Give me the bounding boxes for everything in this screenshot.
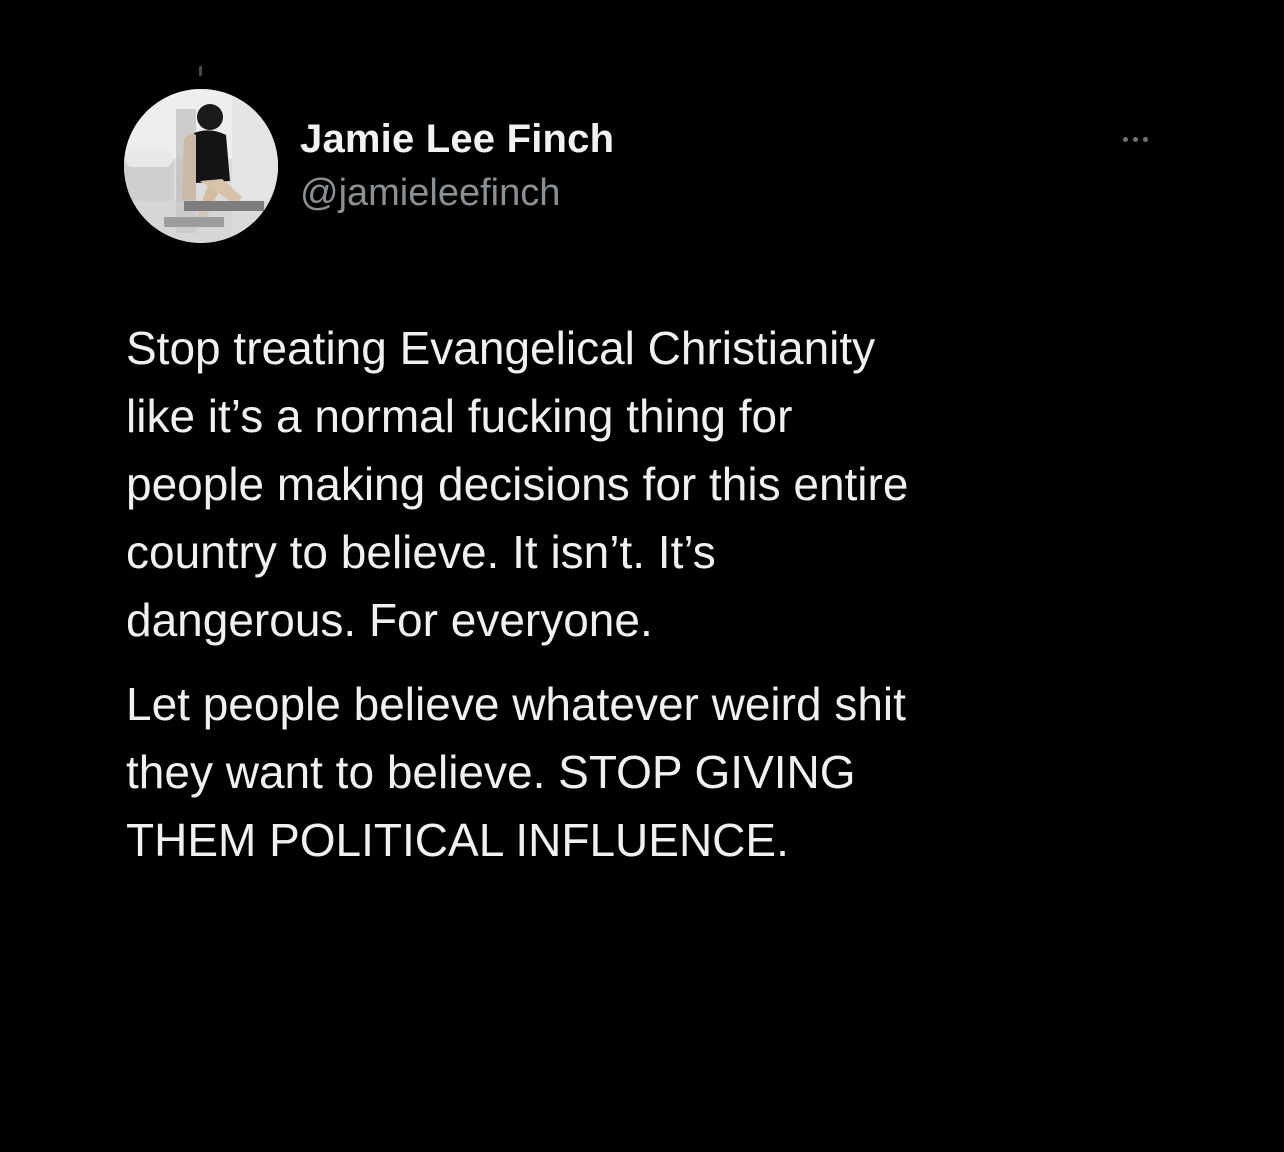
tweet-line: like it’s a normal fucking thing for — [126, 390, 793, 442]
thread-line — [199, 66, 202, 76]
tweet-line: country to believe. It isn’t. It’s — [126, 526, 716, 578]
profile-photo-icon — [124, 89, 278, 243]
tweet-text: Stop treating Evangelical Christianity l… — [126, 314, 1206, 874]
author-handle[interactable]: @jamieleefinch — [300, 172, 560, 215]
more-options-button[interactable] — [1111, 126, 1159, 152]
author-display-name[interactable]: Jamie Lee Finch — [300, 117, 614, 162]
tweet-line: Stop treating Evangelical Christianity — [126, 322, 876, 374]
tweet-paragraph: Let people believe whatever weird shit t… — [126, 670, 1206, 874]
tweet-line: dangerous. For everyone. — [126, 594, 653, 646]
tweet-paragraph: Stop treating Evangelical Christianity l… — [126, 314, 1206, 654]
tweet-line: they want to believe. STOP GIVING — [126, 746, 856, 798]
more-options-icon — [1122, 136, 1148, 142]
tweet-card: Jamie Lee Finch @jamieleefinch Stop trea… — [0, 0, 1284, 1152]
tweet-line: THEM POLITICAL INFLUENCE. — [126, 814, 789, 866]
tweet-line: Let people believe whatever weird shit — [126, 678, 906, 730]
tweet-line: people making decisions for this entire — [126, 458, 909, 510]
avatar[interactable] — [124, 89, 278, 243]
